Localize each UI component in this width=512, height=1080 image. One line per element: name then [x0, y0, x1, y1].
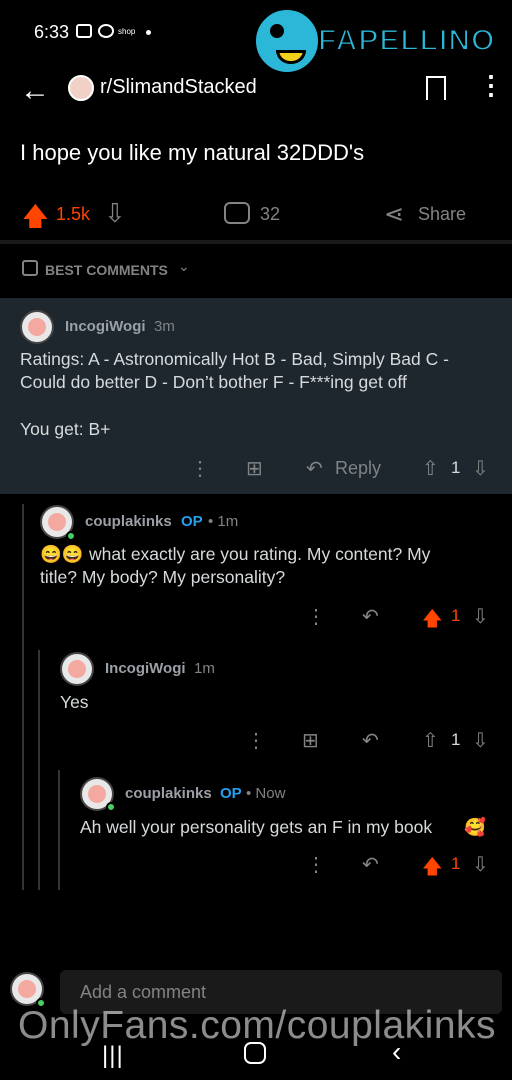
- subreddit-name[interactable]: r/SlimandStacked: [100, 76, 257, 99]
- top-app-bar: ← r/SlimandStacked ⋮: [0, 62, 512, 122]
- sort-label[interactable]: BEST COMMENTS: [45, 262, 168, 278]
- emoji: 🥰: [464, 817, 486, 837]
- upvote-icon[interactable]: 🡅: [22, 198, 49, 242]
- comment-author[interactable]: couplakinks: [85, 513, 172, 530]
- op-badge: OP: [220, 785, 242, 802]
- recent-apps-icon[interactable]: |||: [102, 1042, 124, 1070]
- comment-author[interactable]: IncogiWogi: [65, 318, 146, 335]
- post-score: 1.5k: [56, 204, 91, 224]
- more-options-icon[interactable]: ⋮: [306, 604, 326, 629]
- subreddit-avatar[interactable]: [68, 75, 94, 101]
- chevron-down-icon[interactable]: ⌄: [178, 258, 190, 275]
- comment-actions: ⋮ ⊞ ↶ ⇧ 1 ⇩: [0, 728, 512, 758]
- emoji: 😄😄: [40, 544, 84, 564]
- reply-icon[interactable]: ↶: [306, 456, 323, 481]
- post-title: I hope you like my natural 32DDD's: [20, 140, 365, 165]
- online-indicator: [66, 531, 76, 541]
- more-options-icon[interactable]: ⋮: [246, 728, 266, 753]
- comment-score: 1: [451, 458, 461, 477]
- rocket-icon: [22, 260, 38, 276]
- share-button[interactable]: Share: [418, 204, 466, 225]
- comment-highlighted: IncogiWogi 3m Ratings: A - Astronomicall…: [0, 298, 512, 494]
- comment-score: 1: [451, 854, 461, 873]
- downvote-icon[interactable]: ⇩: [104, 198, 126, 229]
- back-arrow-icon[interactable]: ←: [20, 74, 50, 108]
- comment-time: • Now: [246, 785, 286, 802]
- post-action-bar: 🡅 1.5k ⇩ 32 ⋖ Share: [0, 190, 512, 238]
- comment-count: 32: [260, 204, 281, 224]
- comment-body-line: what exactly are you rating. My content?…: [89, 544, 431, 564]
- downvote-icon[interactable]: ⇩: [472, 728, 489, 753]
- more-options-icon[interactable]: ⋮: [306, 852, 326, 877]
- award-icon[interactable]: ⊞: [302, 728, 319, 753]
- upvote-icon[interactable]: ⇧: [422, 456, 439, 481]
- comment-time: • 1m: [208, 513, 239, 530]
- award-icon[interactable]: ⊞: [246, 456, 263, 481]
- reply-icon[interactable]: ↶: [362, 728, 379, 753]
- divider: [0, 240, 512, 244]
- comment-body-line: Could do better D - Don’t bother F - F**…: [20, 372, 407, 392]
- downvote-icon[interactable]: ⇩: [472, 852, 489, 877]
- upvote-icon[interactable]: ⇧: [422, 728, 439, 753]
- status-time: 6:33: [34, 22, 70, 42]
- share-icon[interactable]: ⋖: [384, 200, 404, 229]
- comment-time: 3m: [154, 318, 175, 335]
- comment-time: 1m: [194, 660, 215, 677]
- messenger-icon: [98, 24, 114, 38]
- reply-button[interactable]: Reply: [335, 458, 381, 479]
- avatar[interactable]: [60, 652, 94, 686]
- comment-body-line: title? My body? My personality?: [40, 567, 286, 587]
- comment-actions: ⋮ ↶ 🡅 1 ⇩: [0, 852, 512, 882]
- upvote-icon[interactable]: 🡅: [422, 604, 443, 638]
- downvote-icon[interactable]: ⇩: [472, 604, 489, 629]
- system-nav-bar: ||| ‹: [0, 1028, 512, 1080]
- reply-icon[interactable]: ↶: [362, 604, 379, 629]
- comment-icon[interactable]: [224, 202, 250, 224]
- comment-body-line: Ah well your personality gets an F in my…: [80, 817, 433, 837]
- op-badge: OP: [181, 513, 203, 530]
- upvote-icon[interactable]: 🡅: [422, 852, 443, 886]
- comment-author[interactable]: couplakinks: [125, 785, 212, 802]
- thread-line[interactable]: [22, 504, 24, 890]
- shop-label: shop: [118, 27, 136, 36]
- downvote-icon[interactable]: ⇩: [472, 456, 489, 481]
- online-indicator: [106, 802, 116, 812]
- comment-body-line: Yes: [60, 692, 89, 712]
- comment-actions: ⋮ ⊞ ↶ Reply ⇧ 1 ⇩: [0, 456, 512, 486]
- comment-body-line: You get: B+: [20, 419, 111, 439]
- gallery-icon: [76, 24, 92, 38]
- add-comment-placeholder: Add a comment: [80, 982, 207, 1002]
- bookmark-icon[interactable]: [426, 76, 446, 100]
- comment-score: 1: [451, 730, 461, 749]
- comment-actions: ⋮ ↶ 🡅 1 ⇩: [0, 604, 512, 634]
- comment-sort[interactable]: BEST COMMENTS ⌄: [0, 250, 512, 290]
- reply-icon[interactable]: ↶: [362, 852, 379, 877]
- more-options-icon[interactable]: ⋮: [190, 456, 210, 481]
- more-options-icon[interactable]: ⋮: [478, 70, 504, 101]
- notification-dot-icon: [146, 30, 151, 35]
- brand-name: FAPELLINO: [317, 23, 496, 58]
- comment-author[interactable]: IncogiWogi: [105, 660, 186, 677]
- home-icon[interactable]: [244, 1042, 266, 1064]
- comment-score: 1: [451, 606, 461, 625]
- comment-body-line: Ratings: A - Astronomically Hot B - Bad,…: [20, 349, 449, 369]
- back-icon[interactable]: ‹: [392, 1036, 401, 1068]
- avatar[interactable]: [20, 310, 54, 344]
